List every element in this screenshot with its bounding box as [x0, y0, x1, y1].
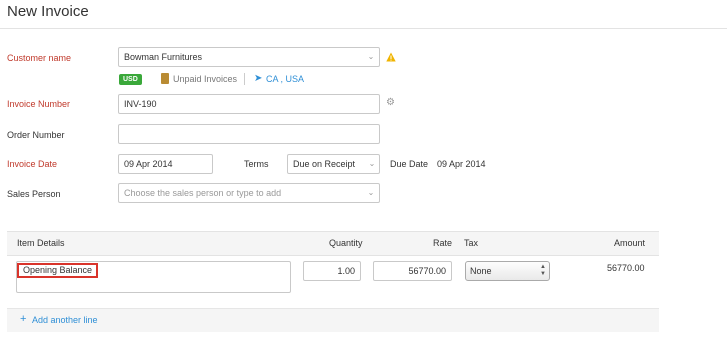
- invoice-date-label: Invoice Date: [7, 159, 58, 169]
- terms-label: Terms: [244, 159, 269, 169]
- sales-person-label: Sales Person: [7, 189, 61, 199]
- page-title: New Invoice: [7, 3, 89, 20]
- invoice-document-icon: [161, 73, 169, 84]
- due-date-value: 09 Apr 2014: [437, 159, 486, 169]
- invoice-date-input[interactable]: 09 Apr 2014: [118, 154, 213, 174]
- order-number-input[interactable]: [118, 124, 380, 144]
- separator: [244, 73, 245, 85]
- currency-badge: USD: [119, 74, 142, 85]
- tax-header: Tax: [464, 238, 479, 248]
- chevron-down-icon: ⌄: [367, 52, 375, 61]
- amount-header: Amount: [614, 238, 646, 248]
- plus-icon[interactable]: +: [20, 313, 26, 325]
- rate-input[interactable]: 56770.00: [373, 261, 452, 281]
- unpaid-invoices-link[interactable]: Unpaid Invoices: [173, 74, 237, 84]
- item-details-value[interactable]: Opening Balance: [17, 263, 99, 278]
- chevron-down-icon: ⌄: [367, 188, 375, 197]
- row-divider: [7, 255, 659, 256]
- customer-location-link[interactable]: CA , USA: [266, 74, 304, 84]
- due-date-label: Due Date: [390, 159, 429, 169]
- quantity-header: Quantity: [329, 238, 363, 248]
- tax-select[interactable]: None: [465, 261, 550, 281]
- customer-name-select[interactable]: Bowman Furnitures: [118, 47, 380, 67]
- invoice-number-label: Invoice Number: [7, 99, 71, 109]
- invoice-number-input[interactable]: INV-190: [118, 94, 380, 114]
- header-divider: [0, 28, 727, 29]
- warning-icon: [386, 52, 396, 62]
- quantity-input[interactable]: 1.00: [303, 261, 361, 281]
- item-details-header: Item Details: [17, 238, 65, 248]
- rate-header: Rate: [433, 238, 453, 248]
- amount-value: 56770.00: [607, 263, 645, 273]
- gear-icon[interactable]: ⚙: [386, 98, 396, 108]
- location-pin-icon: ➤: [254, 73, 263, 84]
- customer-name-label: Customer name: [7, 53, 72, 63]
- add-line-bar: [7, 308, 659, 332]
- sales-person-select[interactable]: Choose the sales person or type to add: [118, 183, 380, 203]
- add-another-line-link[interactable]: Add another line: [32, 315, 98, 325]
- updown-arrows-icon: ▲ ▼: [540, 264, 546, 277]
- chevron-down-icon: ⌄: [368, 159, 376, 168]
- order-number-label: Order Number: [7, 130, 65, 140]
